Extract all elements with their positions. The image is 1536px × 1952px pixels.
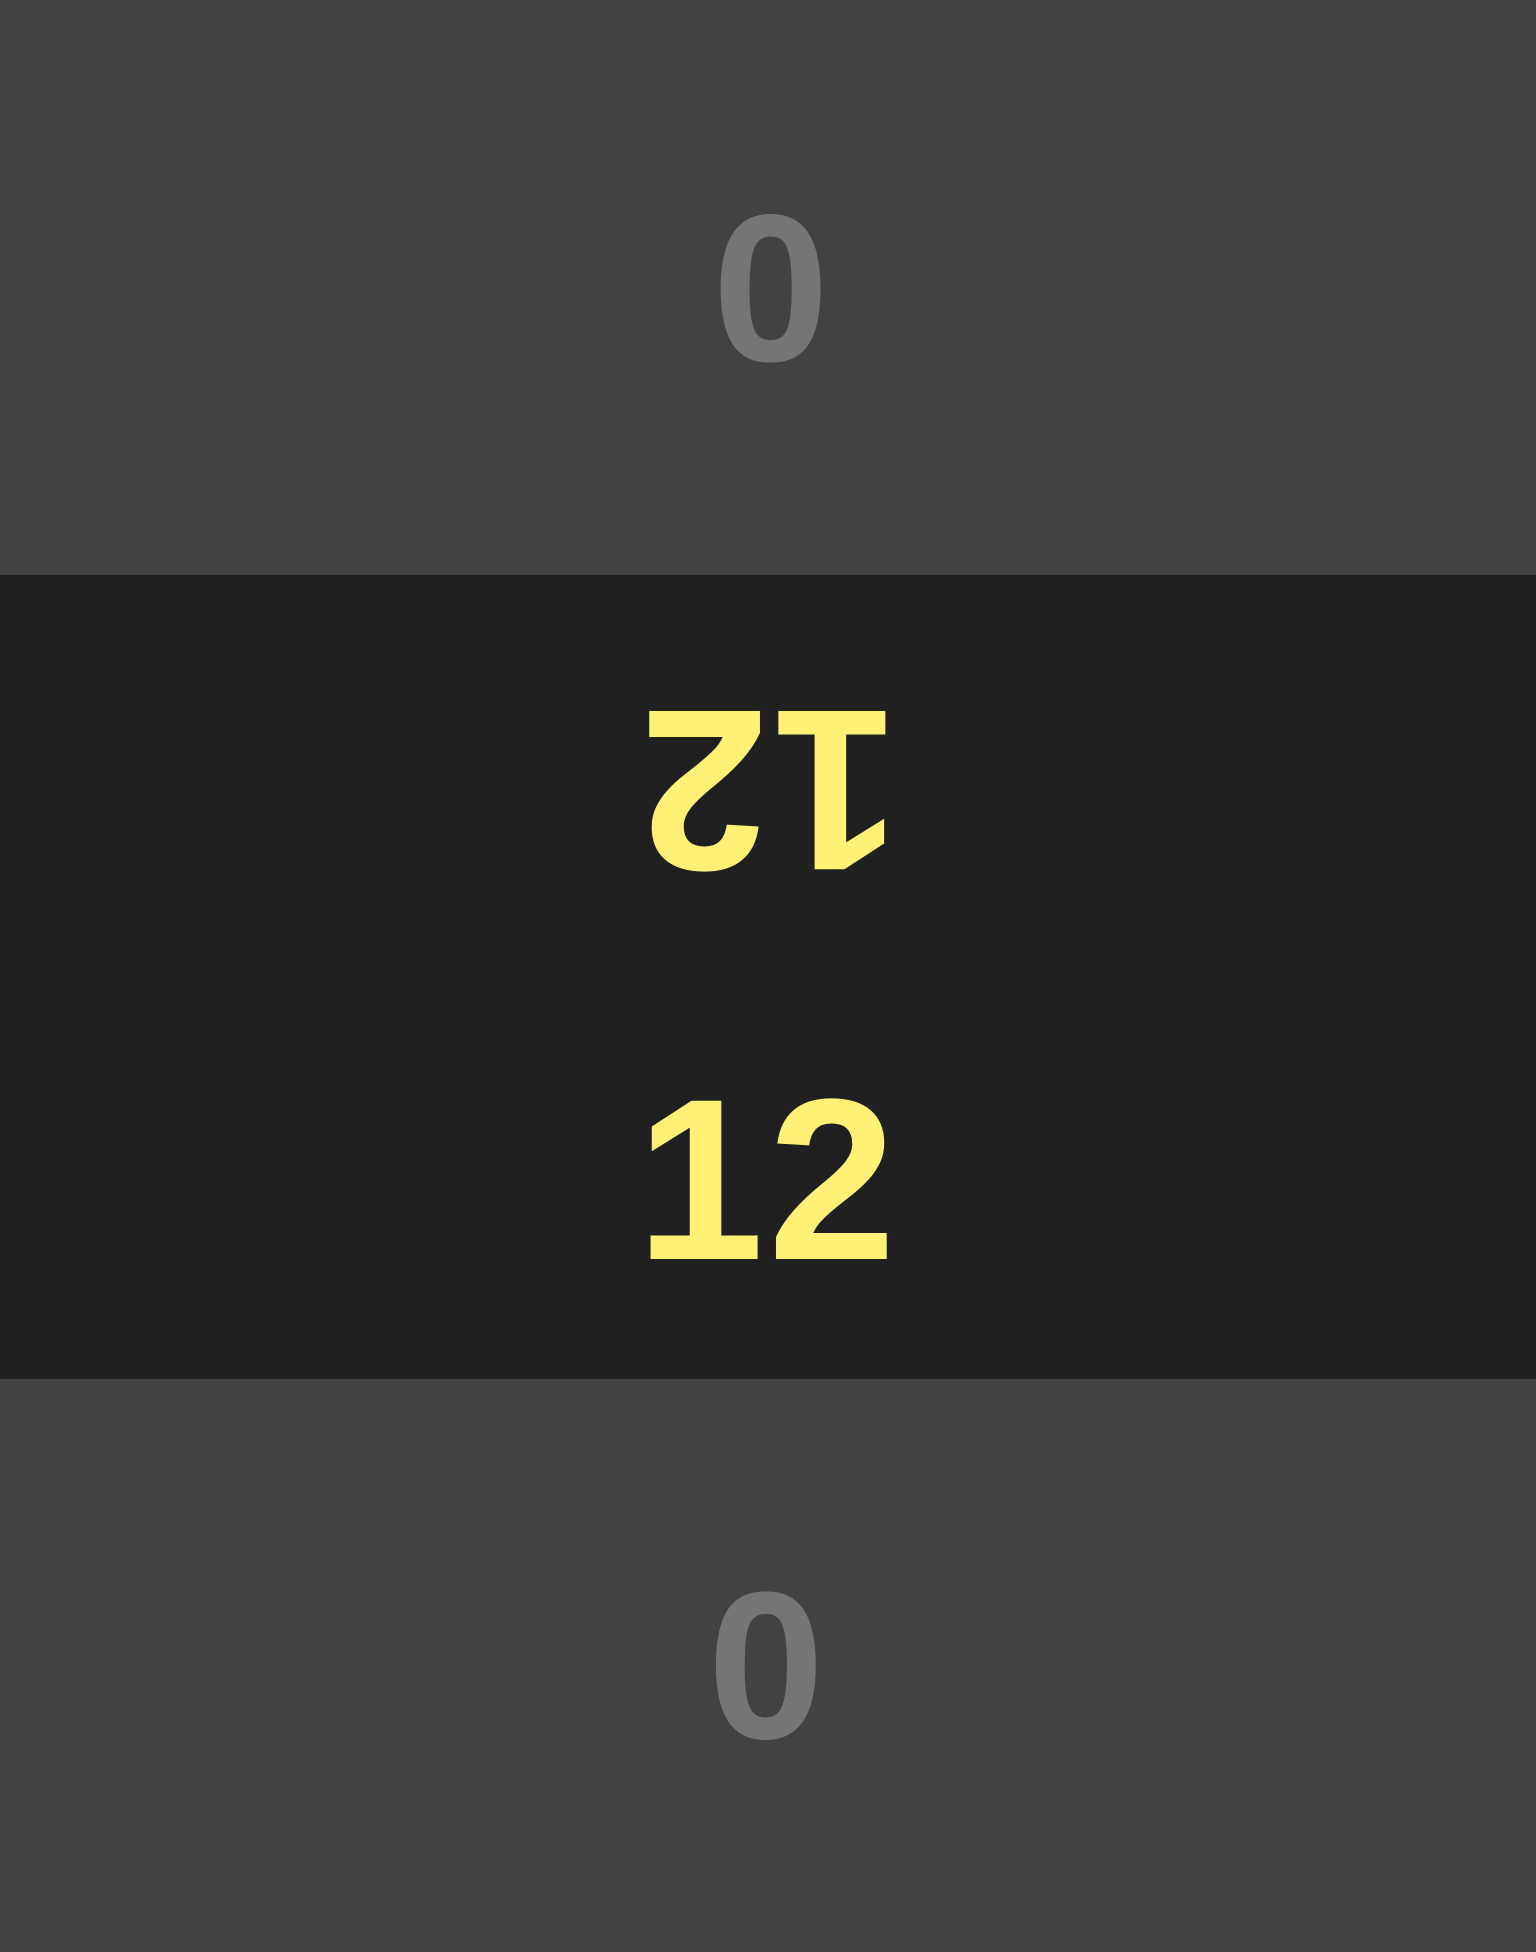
active-score-flipped: 12 bbox=[636, 662, 900, 919]
top-player-panel[interactable]: 0 bbox=[0, 0, 1536, 575]
active-score-upright: 12 bbox=[636, 1051, 900, 1308]
active-score-panel[interactable]: 12 12 bbox=[0, 575, 1536, 1379]
bottom-player-panel[interactable]: 0 bbox=[0, 1379, 1536, 1952]
score-counter-app: 0 12 12 0 bbox=[0, 0, 1536, 1952]
bottom-player-score: 0 bbox=[707, 1547, 829, 1783]
top-player-score: 0 bbox=[707, 170, 829, 406]
